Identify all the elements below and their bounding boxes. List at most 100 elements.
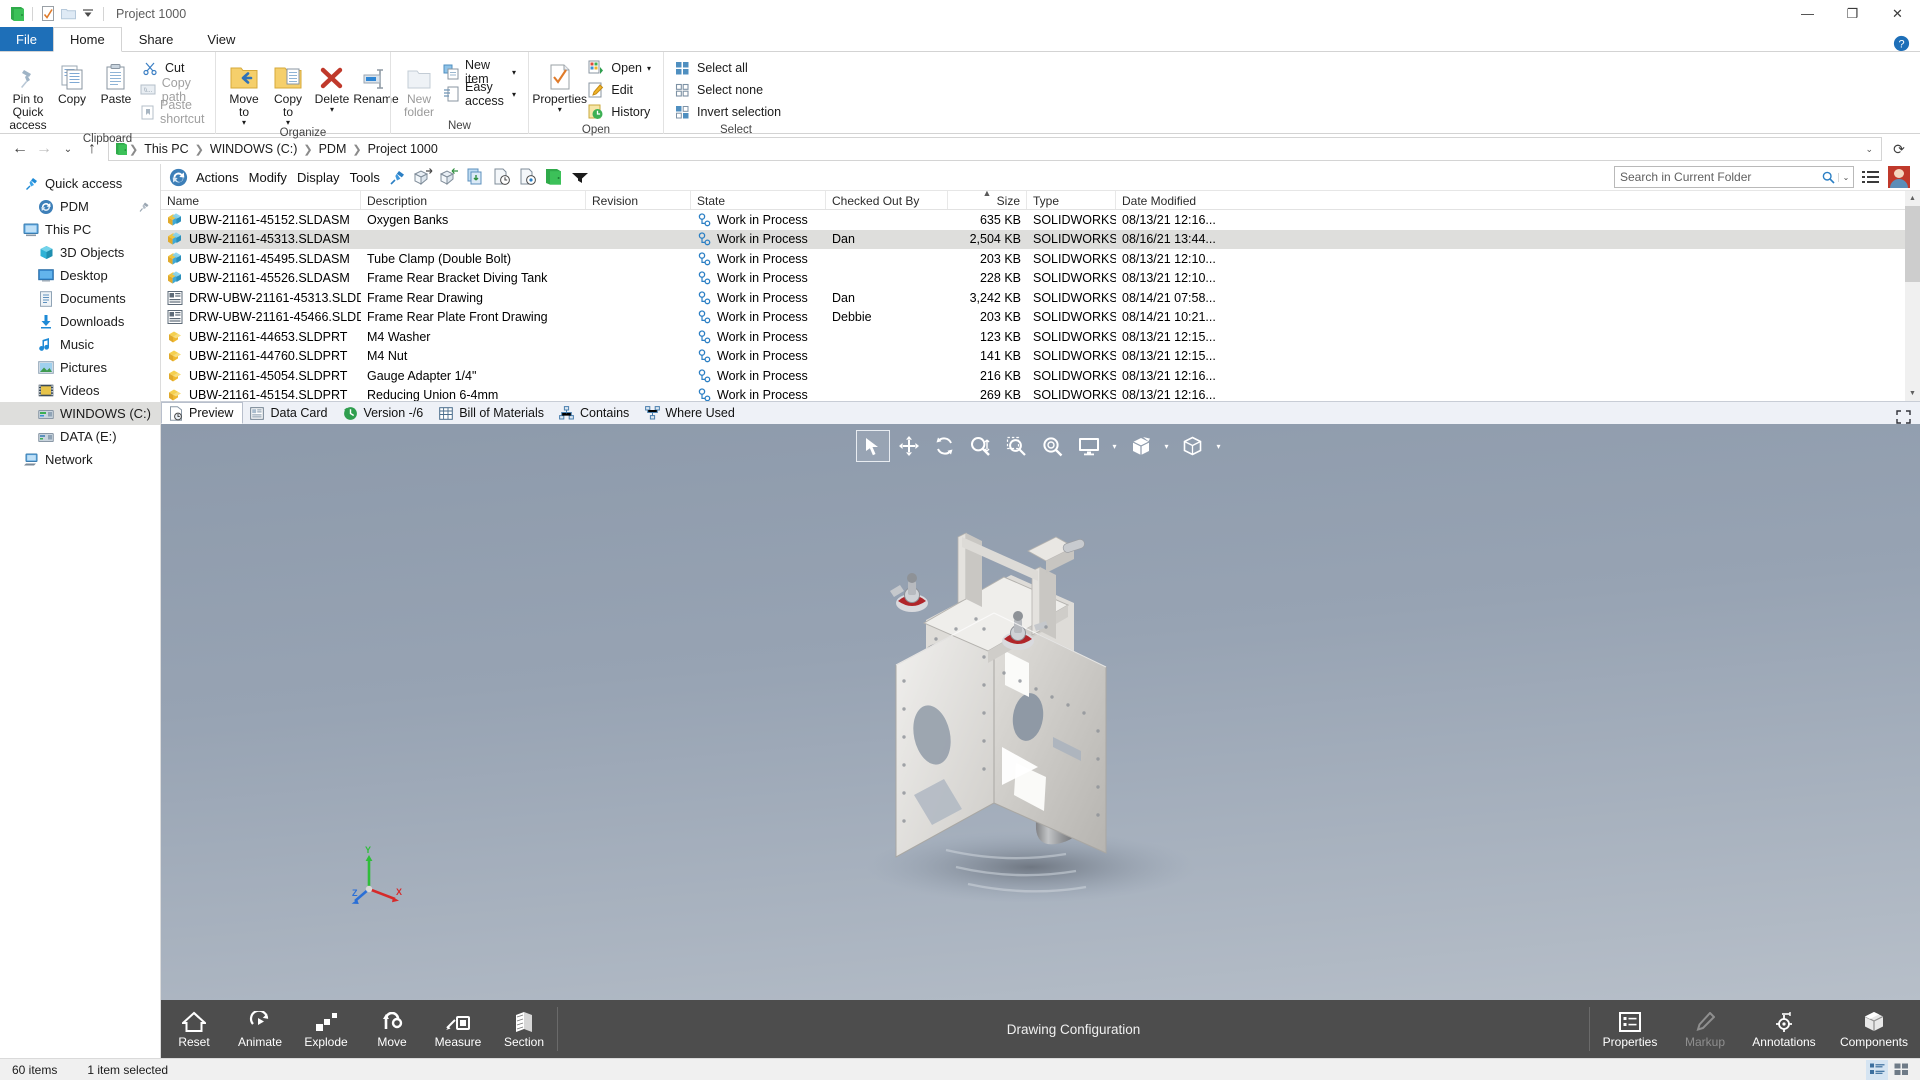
column-header-revision[interactable]: Revision <box>586 191 691 209</box>
tab-home[interactable]: Home <box>53 27 122 52</box>
search-input[interactable]: Search in Current Folder ⌄ <box>1614 166 1854 188</box>
invert-selection-button[interactable]: Invert selection <box>670 101 787 123</box>
pdm-vault-icon[interactable] <box>165 166 191 189</box>
open-button[interactable]: Open ▾ <box>584 57 657 79</box>
3d-model-render[interactable] <box>806 485 1276 915</box>
zoom-to-area-tool[interactable] <box>1000 430 1034 462</box>
search-dropdown-icon[interactable]: ⌄ <box>1838 173 1853 182</box>
markup-button[interactable]: Markup <box>1670 1000 1740 1058</box>
breadcrumb-item-pdm[interactable]: PDM <box>314 139 352 159</box>
table-row[interactable]: UBW-21161-45526.SLDASMFrame Rear Bracket… <box>161 269 1920 289</box>
large-icons-view-icon[interactable] <box>1890 1060 1912 1080</box>
table-row[interactable]: UBW-21161-45154.SLDPRTReducing Union 6-4… <box>161 386 1920 402</box>
details-view-icon[interactable] <box>1866 1060 1888 1080</box>
view-orientation-dropdown-icon[interactable]: ▾ <box>1160 430 1174 462</box>
properties-panel-button[interactable]: Properties <box>1590 1000 1670 1058</box>
copy-button[interactable]: Copy <box>50 55 94 106</box>
sidebar-item-network[interactable]: Network <box>0 448 160 471</box>
easy-access-button[interactable]: Easy access ▾ <box>441 83 522 105</box>
zoom-to-fit-tool[interactable] <box>1036 430 1070 462</box>
tab-share[interactable]: Share <box>122 27 191 52</box>
display-style-dropdown-icon[interactable]: ▾ <box>1108 430 1122 462</box>
breadcrumb-item-windows-c[interactable]: WINDOWS (C:) <box>205 139 302 159</box>
sidebar-item-videos[interactable]: Videos <box>0 379 160 402</box>
check-in-icon[interactable] <box>437 166 463 189</box>
explode-button[interactable]: Explode <box>293 1000 359 1058</box>
table-row[interactable]: UBW-21161-45152.SLDASMOxygen BanksWork i… <box>161 210 1920 230</box>
table-row[interactable]: UBW-21161-45054.SLDPRTGauge Adapter 1/4"… <box>161 366 1920 386</box>
pdm-menu-tools[interactable]: Tools <box>345 166 385 189</box>
expand-icon[interactable] <box>1896 410 1920 424</box>
maximize-button[interactable]: ❐ <box>1830 0 1875 27</box>
sidebar-item-windows-c[interactable]: WINDOWS (C:) <box>0 402 160 425</box>
edit-button[interactable]: Edit <box>584 79 657 101</box>
new-folder-button[interactable]: New folder <box>397 55 441 119</box>
pin-icon[interactable] <box>385 166 411 189</box>
sidebar-item-pictures[interactable]: Pictures <box>0 356 160 379</box>
table-row[interactable]: UBW-21161-44653.SLDPRTM4 WasherWork in P… <box>161 327 1920 347</box>
avatar[interactable] <box>1888 166 1910 188</box>
tab-data-card[interactable]: Data Card <box>243 402 336 424</box>
zoom-in-out-tool[interactable] <box>964 430 998 462</box>
column-header-description[interactable]: Description <box>361 191 586 209</box>
rotate-tool[interactable] <box>928 430 962 462</box>
3d-preview-viewport[interactable]: ▾ ▾ ▾ <box>161 424 1920 1000</box>
table-row[interactable]: UBW-21161-45313.SLDASMWork in ProcessDan… <box>161 230 1920 250</box>
paste-shortcut-button[interactable]: Paste shortcut <box>138 101 215 123</box>
breadcrumb-item-project-1000[interactable]: Project 1000 <box>363 139 443 159</box>
filter-dropdown-icon[interactable] <box>567 166 593 189</box>
paste-button[interactable]: Paste <box>94 55 138 106</box>
customize-qat-dropdown-icon[interactable] <box>78 4 98 24</box>
search-icon[interactable] <box>1818 171 1838 184</box>
pdm-menu-actions[interactable]: Actions <box>191 166 244 189</box>
column-header-type[interactable]: Type <box>1027 191 1116 209</box>
folder-icon[interactable] <box>58 4 78 24</box>
sidebar-item-documents[interactable]: Documents <box>0 287 160 310</box>
select-none-button[interactable]: Select none <box>670 79 787 101</box>
get-latest-icon[interactable] <box>463 166 489 189</box>
components-button[interactable]: Components <box>1828 1000 1920 1058</box>
column-header-state[interactable]: State <box>691 191 826 209</box>
properties-check-icon[interactable] <box>38 4 58 24</box>
file-list-scrollbar[interactable]: ▲ ▼ <box>1905 191 1920 401</box>
reset-button[interactable]: Reset <box>161 1000 227 1058</box>
breadcrumb-dropdown-icon[interactable]: ⌄ <box>1865 144 1877 155</box>
move-to-button[interactable]: Move to ▾ <box>222 55 266 126</box>
table-row[interactable]: DRW-UBW-21161-45313.SLDDRWFrame Rear Dra… <box>161 288 1920 308</box>
display-style-tool[interactable] <box>1072 430 1106 462</box>
scroll-up-button[interactable]: ▲ <box>1905 191 1920 206</box>
tab-view[interactable]: View <box>190 27 252 52</box>
section-button[interactable]: Section <box>491 1000 557 1058</box>
copy-to-button[interactable]: Copy to ▾ <box>266 55 310 126</box>
isometric-cube-dropdown-icon[interactable]: ▾ <box>1212 430 1226 462</box>
pdm-menu-modify[interactable]: Modify <box>244 166 292 189</box>
column-header-checked-out-by[interactable]: Checked Out By <box>826 191 948 209</box>
minimize-button[interactable]: — <box>1785 0 1830 27</box>
delete-button[interactable]: Delete ▾ <box>310 55 354 113</box>
tab-preview[interactable]: Preview <box>161 402 243 424</box>
check-out-icon[interactable] <box>411 166 437 189</box>
sidebar-item-quick-access[interactable]: Quick access <box>0 172 160 195</box>
pan-tool[interactable] <box>892 430 926 462</box>
annotations-button[interactable]: Annotations <box>1740 1000 1828 1058</box>
column-header-name[interactable]: Name <box>161 191 361 209</box>
animate-button[interactable]: Animate <box>227 1000 293 1058</box>
undo-checkout-icon[interactable] <box>515 166 541 189</box>
table-row[interactable]: DRW-UBW-21161-45466.SLDDRWFrame Rear Pla… <box>161 308 1920 328</box>
pin-to-quick-access-button[interactable]: Pin to Quick access <box>6 55 50 132</box>
breadcrumb[interactable]: ❯ This PC ❯ WINDOWS (C:) ❯ PDM ❯ Project… <box>108 137 1882 161</box>
table-row[interactable]: UBW-21161-45495.SLDASMTube Clamp (Double… <box>161 249 1920 269</box>
scroll-down-button[interactable]: ▼ <box>1905 386 1920 401</box>
move-button[interactable]: Move <box>359 1000 425 1058</box>
refresh-button[interactable]: ⟳ <box>1886 137 1912 161</box>
tab-contains[interactable]: Contains <box>553 402 638 424</box>
column-header-size[interactable]: ▲ Size <box>948 191 1027 209</box>
sidebar-item-downloads[interactable]: Downloads <box>0 310 160 333</box>
properties-button[interactable]: Properties ▾ <box>535 55 584 113</box>
pin-icon[interactable] <box>138 201 150 213</box>
select-all-button[interactable]: Select all <box>670 57 787 79</box>
table-row[interactable]: UBW-21161-44760.SLDPRTM4 NutWork in Proc… <box>161 347 1920 367</box>
select-arrow-tool[interactable] <box>856 430 890 462</box>
get-version-icon[interactable] <box>489 166 515 189</box>
close-button[interactable]: ✕ <box>1875 0 1920 27</box>
